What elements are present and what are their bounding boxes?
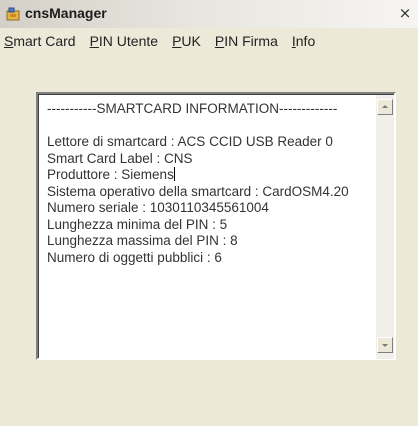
title-bar: cnsManager × [0, 0, 418, 28]
info-line-serial: Numero seriale : 1030110345561004 [47, 200, 269, 215]
info-line-label: Smart Card Label : CNS [47, 150, 193, 166]
menu-pin-utente[interactable]: PIN Utente [90, 33, 158, 49]
app-icon [6, 7, 20, 21]
smartcard-info-text: -----------SMARTCARD INFORMATION--------… [47, 101, 369, 351]
info-line-pin-min: Lunghezza minima del PIN : 5 [47, 216, 228, 232]
close-icon[interactable]: × [396, 4, 414, 22]
menu-pin-firma[interactable]: PIN Firma [215, 33, 278, 49]
scroll-up-button[interactable] [377, 99, 393, 115]
menu-info[interactable]: Info [292, 33, 315, 49]
smartcard-info-textbox[interactable]: -----------SMARTCARD INFORMATION--------… [36, 92, 396, 360]
info-line-os: Sistema operativo della smartcard : Card… [47, 183, 349, 199]
info-line-public-objects: Numero di oggetti pubblici : 6 [47, 249, 222, 265]
info-header: -----------SMARTCARD INFORMATION--------… [47, 101, 338, 116]
arrow-down-icon [382, 344, 388, 347]
menu-smart-card[interactable]: Smart Card [4, 33, 76, 49]
vertical-scrollbar[interactable] [376, 95, 394, 359]
menu-bar: Smart Card PIN Utente PUK PIN Firma Info [0, 30, 418, 52]
scroll-down-button[interactable] [377, 337, 393, 353]
text-caret [173, 167, 175, 181]
window-title: cnsManager [25, 5, 107, 21]
info-line-manufacturer: Produttore : Siemens [47, 167, 175, 182]
info-line-pin-max: Lunghezza massima del PIN : 8 [47, 233, 238, 248]
arrow-up-icon [382, 105, 388, 108]
info-line-reader: Lettore di smartcard : ACS CCID USB Read… [47, 134, 333, 149]
menu-puk[interactable]: PUK [172, 33, 201, 49]
